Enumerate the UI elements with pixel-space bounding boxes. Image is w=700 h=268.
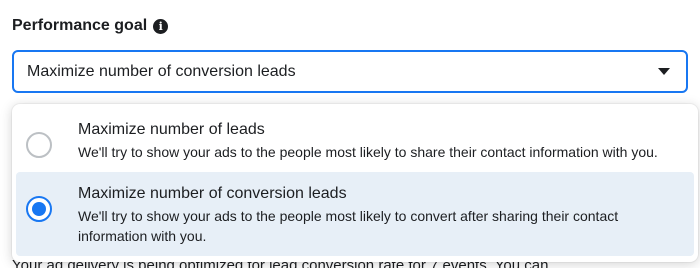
option-description: We'll try to show your ads to the people… bbox=[78, 144, 658, 160]
performance-goal-select[interactable]: Maximize number of conversion leads bbox=[12, 50, 688, 93]
caret-down-icon bbox=[658, 68, 670, 75]
option-maximize-conversion-leads[interactable]: Maximize number of conversion leads We'l… bbox=[16, 172, 694, 256]
field-label: Performance goal bbox=[12, 17, 148, 34]
option-title: Maximize number of leads bbox=[78, 121, 265, 138]
option-title: Maximize number of conversion leads bbox=[78, 185, 347, 202]
radio-checked-icon[interactable] bbox=[26, 196, 52, 222]
option-description: We'll try to show your ads to the people… bbox=[78, 208, 619, 244]
option-maximize-leads[interactable]: Maximize number of leads We'll try to sh… bbox=[12, 108, 698, 172]
option-text: Maximize number of conversion leads We'l… bbox=[78, 184, 678, 246]
option-text: Maximize number of leads We'll try to sh… bbox=[78, 120, 682, 162]
dropdown-menu: Maximize number of leads We'll try to sh… bbox=[12, 104, 698, 262]
info-icon[interactable]: i bbox=[153, 18, 169, 34]
field-label-row: Performance goal i bbox=[12, 17, 169, 35]
radio-dot bbox=[32, 202, 46, 216]
radio-unchecked-icon[interactable] bbox=[26, 132, 52, 158]
select-value: Maximize number of conversion leads bbox=[27, 62, 296, 80]
performance-goal-panel: Performance goal i Maximize number of co… bbox=[0, 0, 700, 268]
